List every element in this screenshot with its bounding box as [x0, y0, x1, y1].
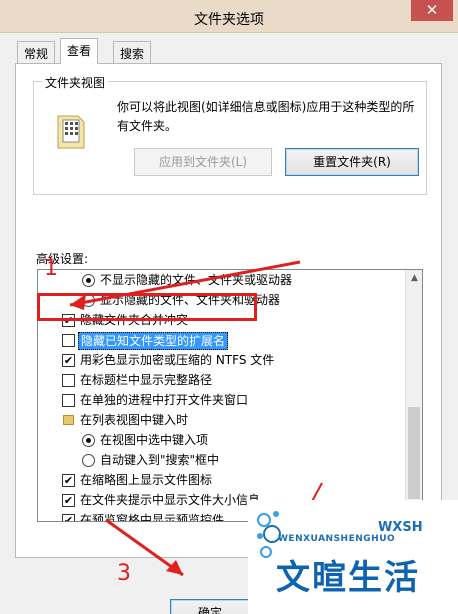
- list-item-label: 隐藏已知文件类型的扩展名: [78, 332, 229, 350]
- list-item-label: 自动键入到"搜索"框中: [100, 453, 220, 467]
- checkbox[interactable]: [62, 334, 75, 347]
- folder-icon: [63, 415, 74, 425]
- watermark-short: WXSH: [378, 520, 423, 535]
- tab-view[interactable]: 查看: [60, 38, 99, 64]
- list-item-label: 在视图中选中键入项: [100, 433, 209, 447]
- folder-view-icon: [57, 115, 85, 149]
- list-item[interactable]: 在列表视图中键入时: [38, 410, 406, 430]
- close-button[interactable]: ✕: [411, 0, 453, 21]
- folder-views-group: 文件夹视图 你可以将此视图(如详细信息或图标)应用于这种类型的所有文件夹。 应用…: [33, 74, 427, 195]
- folder-views-description: 你可以将此视图(如详细信息或图标)应用于这种类型的所有文件夹。: [117, 100, 415, 133]
- list-item-label: 不显示隐藏的文件、文件夹或驱动器: [100, 273, 293, 287]
- watermark-title: 文暄生活: [276, 558, 420, 598]
- annotation-step-3: 3: [117, 561, 131, 586]
- checkbox[interactable]: ✔: [62, 514, 75, 521]
- list-scrollbar[interactable]: ▲ ▼: [405, 270, 422, 521]
- list-item[interactable]: 在标题栏中显示完整路径: [38, 370, 406, 390]
- list-item[interactable]: 自动键入到"搜索"框中: [38, 450, 406, 470]
- tab-search[interactable]: 搜索: [113, 41, 152, 63]
- checkbox[interactable]: [62, 394, 75, 407]
- list-item[interactable]: 在视图中选中键入项: [38, 430, 406, 450]
- folder-views-legend: 文件夹视图: [42, 74, 109, 91]
- list-item-label: 在列表视图中键入时: [80, 413, 189, 427]
- title-bar: 文件夹选项 ✕: [0, 0, 458, 33]
- checkbox[interactable]: ✔: [62, 494, 75, 507]
- radio-button[interactable]: [82, 274, 95, 287]
- reset-folders-button[interactable]: 重置文件夹(R): [285, 148, 419, 176]
- list-item-selected[interactable]: 隐藏已知文件类型的扩展名: [38, 330, 406, 350]
- watermark-logo: WXSH WENXUANSHENGHUO 文暄生活: [248, 500, 458, 614]
- list-item-label: 在标题栏中显示完整路径: [80, 373, 213, 387]
- checkbox[interactable]: ✔: [62, 354, 75, 367]
- ok-button[interactable]: 确定: [170, 599, 250, 614]
- annotation-highlight-box: [37, 293, 257, 321]
- list-item[interactable]: 不显示隐藏的文件、文件夹或驱动器: [38, 270, 406, 290]
- list-item-label: 在文件夹提示中显示文件大小信息: [80, 493, 261, 507]
- list-item[interactable]: 在单独的进程中打开文件夹窗口: [38, 390, 406, 410]
- checkbox[interactable]: [62, 374, 75, 387]
- list-item[interactable]: ✔ 在缩略图上显示文件图标: [38, 470, 406, 490]
- list-item-label: 用彩色显示加密或压缩的 NTFS 文件: [80, 353, 275, 367]
- watermark-subtitle: WENXUANSHENGHUO: [278, 534, 396, 544]
- list-item-label: 在单独的进程中打开文件夹窗口: [80, 393, 249, 407]
- tab-general[interactable]: 常规: [17, 41, 56, 63]
- radio-button[interactable]: [82, 454, 95, 467]
- apply-to-folders-button[interactable]: 应用到文件夹(L): [134, 148, 272, 176]
- scroll-thumb[interactable]: [408, 407, 420, 499]
- radio-button[interactable]: [82, 434, 95, 447]
- scroll-up-icon[interactable]: ▲: [406, 270, 422, 287]
- list-item[interactable]: ✔ 用彩色显示加密或压缩的 NTFS 文件: [38, 350, 406, 370]
- checkbox[interactable]: ✔: [62, 474, 75, 487]
- annotation-step-1: 1: [44, 256, 58, 281]
- list-item-label: 在预览窗格中显示预览控件: [80, 513, 225, 522]
- window-title: 文件夹选项: [194, 12, 264, 28]
- list-item-label: 在缩略图上显示文件图标: [80, 473, 213, 487]
